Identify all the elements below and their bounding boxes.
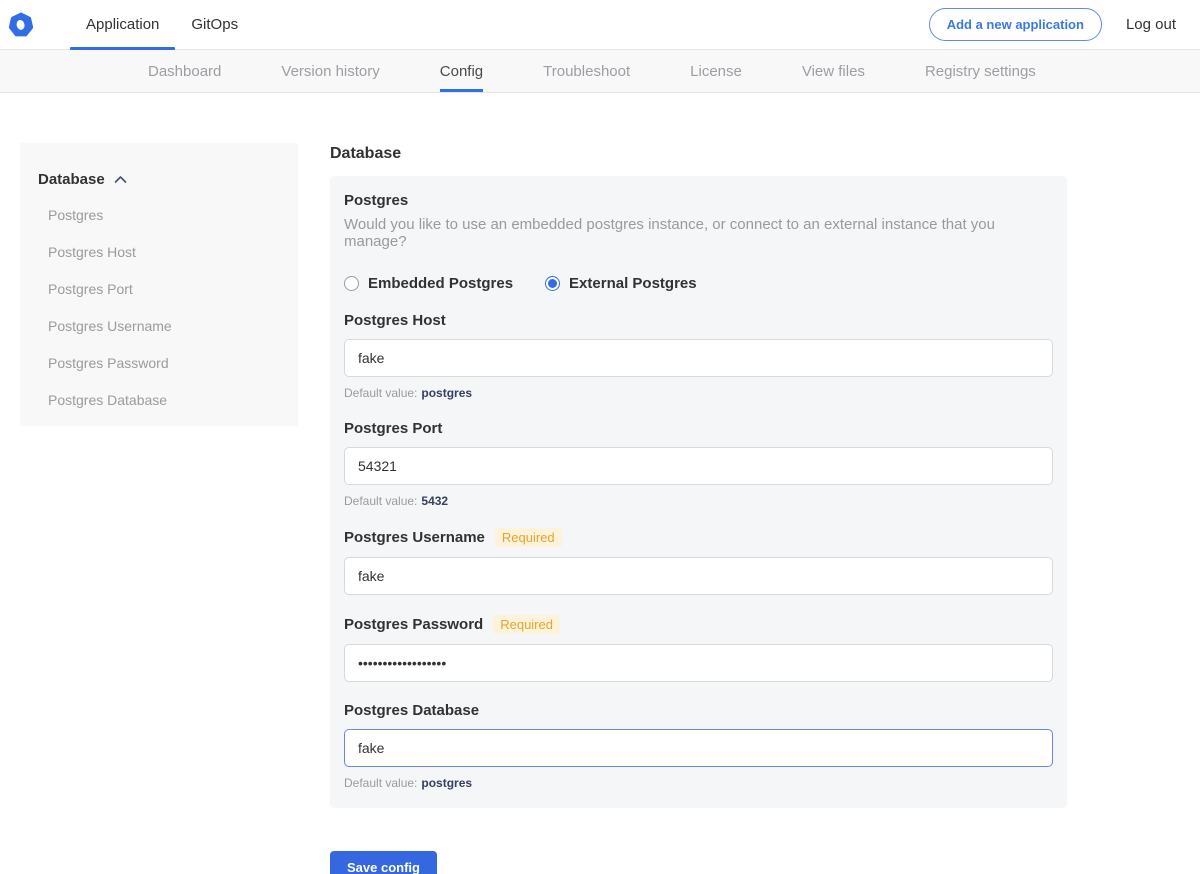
radio-external-postgres[interactable]: External Postgres (545, 275, 697, 292)
field-label-text: Postgres Port (344, 420, 442, 437)
hint-value: 5432 (421, 494, 448, 508)
subnav-item-dashboard[interactable]: Dashboard (148, 50, 221, 92)
subnav-item-troubleshoot[interactable]: Troubleshoot (543, 50, 630, 92)
tab-application-label: Application (86, 16, 159, 33)
radio-unselected-icon (344, 276, 359, 291)
subnav-item-license[interactable]: License (690, 50, 742, 92)
tab-application[interactable]: Application (70, 0, 175, 49)
postgres-password-input[interactable] (344, 644, 1053, 682)
subnav-label: License (690, 63, 742, 80)
radio-selected-icon (545, 276, 560, 291)
required-badge: Required (493, 615, 560, 634)
subnav-label: Troubleshoot (543, 63, 630, 80)
subnav-label: Dashboard (148, 63, 221, 80)
sidebar-item-postgres-port[interactable]: Postgres Port (48, 281, 278, 297)
app-subnav: Dashboard Version history Config Trouble… (0, 50, 1200, 93)
field-label: Postgres Host (344, 312, 1053, 329)
tab-gitops-label: GitOps (191, 16, 238, 33)
group-title: Postgres (344, 192, 1053, 209)
config-main: Database Postgres Would you like to use … (330, 143, 1067, 874)
subnav-item-config[interactable]: Config (440, 50, 483, 92)
subnav-label: Config (440, 63, 483, 80)
sidebar-group-label: Database (38, 171, 105, 188)
field-label-text: Postgres Database (344, 702, 479, 719)
required-badge: Required (495, 528, 562, 547)
subnav-label: View files (802, 63, 865, 80)
field-label: Postgres Port (344, 420, 1053, 437)
sidebar-items: Postgres Postgres Host Postgres Port Pos… (38, 207, 278, 408)
sidebar-item-postgres-host[interactable]: Postgres Host (48, 244, 278, 260)
sidebar-item-postgres-username[interactable]: Postgres Username (48, 318, 278, 334)
default-value-hint: Default value: postgres (344, 776, 1053, 790)
default-value-hint: Default value: 5432 (344, 494, 1053, 508)
field-postgres-database: Postgres Database Default value: postgres (344, 702, 1053, 790)
chevron-up-icon (114, 171, 127, 188)
postgres-database-input[interactable] (344, 729, 1053, 767)
config-group-card: Postgres Would you like to use an embedd… (330, 176, 1067, 808)
top-tabs: Application GitOps (70, 0, 254, 49)
field-postgres-host: Postgres Host Default value: postgres (344, 312, 1053, 400)
tab-gitops[interactable]: GitOps (175, 0, 254, 49)
radio-label: External Postgres (569, 275, 697, 292)
sidebar-item-postgres[interactable]: Postgres (48, 207, 278, 223)
field-label: Postgres Database (344, 702, 1053, 719)
hint-label: Default value: (344, 494, 417, 508)
field-label: Postgres Password Required (344, 615, 1053, 634)
postgres-port-input[interactable] (344, 447, 1053, 485)
hint-label: Default value: (344, 776, 417, 790)
hint-label: Default value: (344, 386, 417, 400)
field-label-text: Postgres Password (344, 616, 483, 633)
field-postgres-password: Postgres Password Required (344, 615, 1053, 682)
hint-value: postgres (421, 386, 472, 400)
subnav-item-view-files[interactable]: View files (802, 50, 865, 92)
field-postgres-port: Postgres Port Default value: 5432 (344, 420, 1053, 508)
section-title: Database (330, 145, 1067, 163)
radio-embedded-postgres[interactable]: Embedded Postgres (344, 275, 513, 292)
logout-button[interactable]: Log out (1126, 16, 1176, 33)
subnav-item-version-history[interactable]: Version history (281, 50, 379, 92)
save-config-button[interactable]: Save config (330, 851, 437, 874)
subnav-label: Version history (281, 63, 379, 80)
add-application-button[interactable]: Add a new application (929, 8, 1102, 41)
sidebar-item-postgres-password[interactable]: Postgres Password (48, 355, 278, 371)
postgres-username-input[interactable] (344, 557, 1053, 595)
group-help-text: Would you like to use an embedded postgr… (344, 216, 1053, 250)
field-postgres-username: Postgres Username Required (344, 528, 1053, 595)
postgres-radio-group: Embedded Postgres External Postgres (344, 275, 1053, 292)
radio-label: Embedded Postgres (368, 275, 513, 292)
default-value-hint: Default value: postgres (344, 386, 1053, 400)
field-label: Postgres Username Required (344, 528, 1053, 547)
app-logo-icon (8, 12, 34, 38)
top-navbar: Application GitOps Add a new application… (0, 0, 1200, 50)
config-sidebar: Database Postgres Postgres Host Postgres… (20, 143, 298, 426)
sidebar-group-database[interactable]: Database (38, 171, 278, 188)
field-label-text: Postgres Username (344, 529, 485, 546)
postgres-host-input[interactable] (344, 339, 1053, 377)
config-page: Database Postgres Postgres Host Postgres… (0, 93, 1200, 874)
field-label-text: Postgres Host (344, 312, 446, 329)
subnav-label: Registry settings (925, 63, 1036, 80)
subnav-item-registry-settings[interactable]: Registry settings (925, 50, 1036, 92)
hint-value: postgres (421, 776, 472, 790)
sidebar-item-postgres-database[interactable]: Postgres Database (48, 392, 278, 408)
